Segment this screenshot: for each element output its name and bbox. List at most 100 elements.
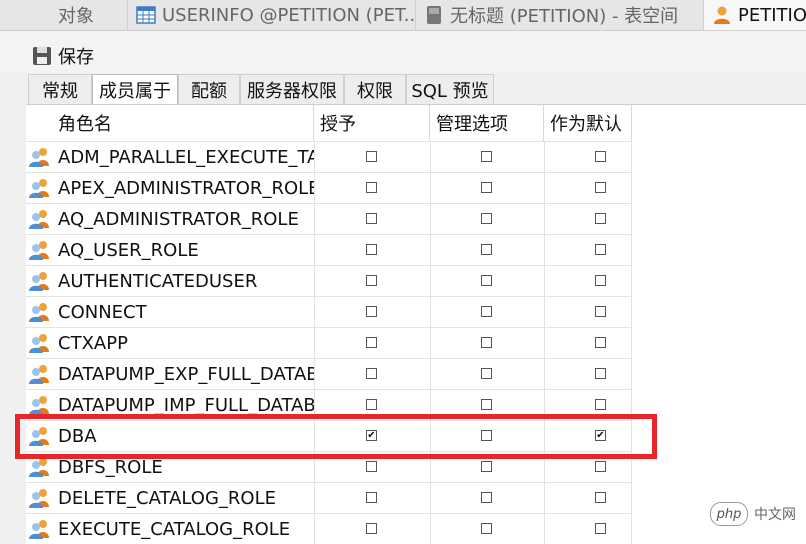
role-name-cell[interactable]: AQ_USER_ROLE (58, 235, 314, 265)
admin-checkbox[interactable] (481, 523, 492, 534)
default-checkbox[interactable] (595, 461, 606, 472)
tab-petition-user[interactable]: PETITION (704, 0, 806, 30)
admin-checkbox[interactable] (481, 213, 492, 224)
watermark-text: 中文网 (754, 507, 796, 523)
column-header-as-default[interactable]: 作为默认 (544, 105, 632, 141)
tab-objects-label: 对象 (58, 6, 94, 27)
role-icon (29, 241, 49, 260)
role-name-cell[interactable]: CTXAPP (58, 328, 314, 358)
table-row[interactable]: CONNECT (26, 296, 632, 327)
admin-checkbox[interactable] (481, 399, 492, 410)
table-icon (136, 6, 156, 24)
tab-objects[interactable]: 对象 (0, 0, 128, 30)
table-row[interactable]: APEX_ADMINISTRATOR_ROLE (26, 172, 632, 203)
table-row[interactable]: CTXAPP (26, 327, 632, 358)
tab-untitled-tablespace[interactable]: 无标题 (PETITION) - 表空间 (416, 0, 704, 30)
grant-checkbox[interactable] (366, 523, 377, 534)
tab-tablespace-label: 无标题 (PETITION) - 表空间 (450, 6, 679, 27)
table-row[interactable]: AQ_USER_ROLE (26, 234, 632, 265)
grant-checkbox[interactable] (366, 182, 377, 193)
save-icon (33, 47, 51, 65)
tab-server-privileges-label: 服务器权限 (247, 80, 337, 102)
role-name-cell[interactable]: CONNECT (58, 297, 314, 327)
admin-checkbox[interactable] (481, 461, 492, 472)
tab-general-label: 常规 (42, 80, 78, 102)
php-logo: php (710, 502, 748, 526)
default-checkbox[interactable] (595, 275, 606, 286)
default-checkbox[interactable] (595, 523, 606, 534)
admin-checkbox[interactable] (481, 337, 492, 348)
tab-member-of[interactable]: 成员属于 (92, 74, 178, 104)
role-name-cell[interactable]: AQ_ADMINISTRATOR_ROLE (58, 204, 314, 234)
member-of-grid: 角色名 授予 管理选项 作为默认 ADM_PARALLEL_EXECUTE_TA… (26, 104, 806, 544)
grant-checkbox[interactable] (366, 151, 377, 162)
default-checkbox[interactable] (595, 399, 606, 410)
role-icon (29, 179, 49, 198)
grant-checkbox[interactable] (366, 461, 377, 472)
grant-checkbox[interactable] (366, 306, 377, 317)
column-header-grant[interactable]: 授予 (314, 105, 430, 141)
tab-member-of-label: 成员属于 (99, 80, 171, 102)
role-name-cell[interactable]: DATAPUMP_EXP_FULL_DATABASE (58, 359, 314, 389)
admin-checkbox[interactable] (481, 368, 492, 379)
admin-checkbox[interactable] (481, 306, 492, 317)
default-checkbox[interactable] (595, 213, 606, 224)
tab-general[interactable]: 常规 (28, 74, 92, 104)
save-button[interactable]: 保存 (32, 44, 94, 68)
table-row[interactable]: DELETE_CATALOG_ROLE (26, 482, 632, 513)
tab-petition-label: PETITION (738, 4, 806, 26)
role-name-cell[interactable]: EXECUTE_CATALOG_ROLE (58, 514, 314, 544)
grant-checkbox[interactable] (366, 492, 377, 503)
toolbar (0, 31, 806, 73)
default-checkbox[interactable] (595, 244, 606, 255)
admin-checkbox[interactable] (481, 275, 492, 286)
column-header-grant-label: 授予 (320, 114, 356, 135)
grant-checkbox[interactable] (366, 368, 377, 379)
default-checkbox[interactable] (595, 368, 606, 379)
save-button-label: 保存 (58, 47, 94, 68)
default-checkbox[interactable] (595, 306, 606, 317)
table-row[interactable]: AUTHENTICATEDUSER (26, 265, 632, 296)
role-icon (29, 303, 49, 322)
role-icon (29, 210, 49, 229)
column-header-role-name-label: 角色名 (58, 114, 112, 135)
default-checkbox[interactable] (595, 182, 606, 193)
tab-quota-label: 配额 (191, 80, 227, 102)
role-icon (29, 334, 49, 353)
grant-checkbox[interactable] (366, 337, 377, 348)
default-checkbox[interactable] (595, 337, 606, 348)
role-icon (29, 396, 49, 415)
column-header-role-name[interactable]: 角色名 (52, 105, 314, 141)
tab-sql-preview[interactable]: SQL 预览 (406, 74, 494, 104)
grant-checkbox[interactable] (366, 244, 377, 255)
tab-quota[interactable]: 配额 (178, 74, 240, 104)
role-name-cell[interactable]: AUTHENTICATEDUSER (58, 266, 314, 296)
admin-checkbox[interactable] (481, 244, 492, 255)
grant-checkbox[interactable] (366, 275, 377, 286)
role-name-cell[interactable]: DELETE_CATALOG_ROLE (58, 483, 314, 513)
column-header-admin-option[interactable]: 管理选项 (430, 105, 544, 141)
grant-checkbox[interactable] (366, 399, 377, 410)
admin-checkbox[interactable] (481, 151, 492, 162)
role-name-cell[interactable]: APEX_ADMINISTRATOR_ROLE (58, 173, 314, 203)
table-row[interactable]: DATAPUMP_EXP_FULL_DATABASE (26, 358, 632, 389)
user-icon (714, 6, 730, 24)
table-row[interactable]: EXECUTE_CATALOG_ROLE (26, 513, 632, 544)
table-row[interactable]: AQ_ADMINISTRATOR_ROLE (26, 203, 632, 234)
tab-userinfo-table[interactable]: USERINFO @PETITION (PET... (128, 0, 416, 30)
tab-userinfo-label: USERINFO @PETITION (PET... (162, 4, 416, 26)
admin-checkbox[interactable] (481, 182, 492, 193)
grant-checkbox[interactable] (366, 213, 377, 224)
editor-tab-bar: 对象 USERINFO @PETITION (PET... 无标题 (PETIT… (0, 0, 806, 31)
admin-checkbox[interactable] (481, 492, 492, 503)
default-checkbox[interactable] (595, 151, 606, 162)
column-header-as-default-label: 作为默认 (550, 114, 622, 135)
column-header-admin-option-label: 管理选项 (436, 114, 508, 135)
tab-server-privileges[interactable]: 服务器权限 (240, 74, 344, 104)
tab-privileges[interactable]: 权限 (344, 74, 406, 104)
role-name-cell[interactable]: ADM_PARALLEL_EXECUTE_TASK (58, 142, 314, 172)
default-checkbox[interactable] (595, 492, 606, 503)
table-row[interactable]: ADM_PARALLEL_EXECUTE_TASK (26, 141, 632, 172)
role-icon (29, 148, 49, 167)
tablespace-icon (427, 6, 441, 24)
